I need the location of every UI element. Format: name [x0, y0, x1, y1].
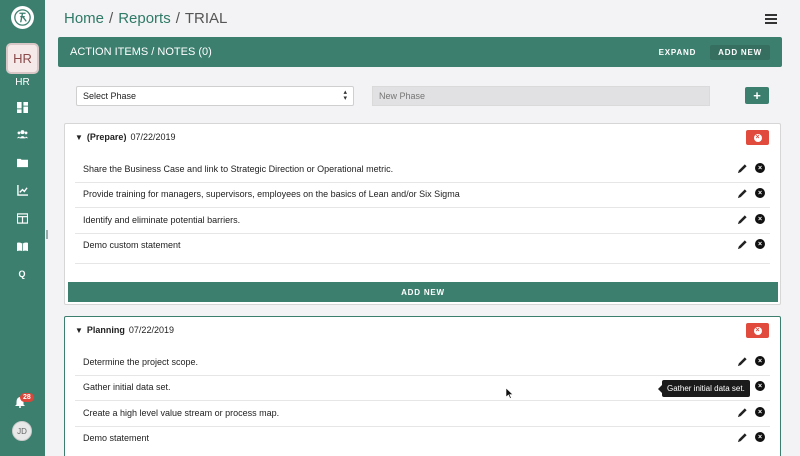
- pencil-icon[interactable]: [737, 239, 748, 250]
- action-items-bar: ACTION ITEMS / NOTES (0) EXPAND ADD NEW: [58, 37, 782, 67]
- item-text: Share the Business Case and link to Stra…: [83, 164, 394, 174]
- remove-circle-icon[interactable]: ×: [755, 407, 765, 417]
- phase-name: Planning: [86, 325, 125, 335]
- delete-phase-button[interactable]: ×: [746, 130, 769, 145]
- item-text: Demo statement: [83, 433, 150, 443]
- tooltip: Gather initial data set.: [658, 380, 750, 397]
- notification-badge: 28: [20, 393, 34, 402]
- list-item: Identify and eliminate potential barrier…: [65, 208, 780, 233]
- new-phase-input[interactable]: [372, 86, 710, 106]
- folder-icon[interactable]: [14, 155, 30, 169]
- phase-card: ▼ (Prepare) 07/22/2019 × Share the Busin…: [64, 123, 781, 305]
- list-item: Provide training for managers, superviso…: [65, 182, 780, 207]
- pencil-icon[interactable]: [737, 432, 748, 443]
- remove-circle-icon[interactable]: ×: [755, 356, 765, 366]
- book-icon[interactable]: [14, 239, 30, 253]
- runner-logo-svg: [14, 9, 31, 26]
- close-icon: ×: [753, 133, 762, 142]
- phase-date: 07/22/2019: [130, 132, 176, 142]
- list-item: Demo custom statement ×: [65, 233, 780, 258]
- breadcrumb-separator: /: [109, 10, 114, 27]
- user-avatar[interactable]: JD: [12, 421, 32, 441]
- breadcrumb-home[interactable]: Home: [64, 10, 104, 27]
- hamburger-menu-icon[interactable]: [765, 14, 777, 24]
- sidebar: HR HR Q 28 JD: [0, 0, 45, 456]
- add-phase-button[interactable]: +: [745, 87, 769, 104]
- remove-circle-icon[interactable]: ×: [755, 239, 765, 249]
- item-text: Create a high level value stream or proc…: [83, 408, 280, 418]
- select-phase-dropdown[interactable]: Select Phase ▴ ▾: [76, 86, 354, 106]
- breadcrumb: Home / Reports / TRIAL: [64, 10, 227, 27]
- pencil-icon[interactable]: [737, 188, 748, 199]
- pencil-icon[interactable]: [737, 214, 748, 225]
- divider: [75, 263, 770, 264]
- pencil-icon[interactable]: [737, 407, 748, 418]
- delete-phase-button[interactable]: ×: [746, 323, 769, 338]
- phase-date: 07/22/2019: [128, 325, 174, 335]
- remove-circle-icon[interactable]: ×: [755, 381, 765, 391]
- table-icon[interactable]: [14, 211, 30, 225]
- users-icon[interactable]: [14, 127, 30, 141]
- item-text: Determine the project scope.: [83, 357, 199, 367]
- phase-header[interactable]: ▼ (Prepare) 07/22/2019: [75, 132, 175, 142]
- select-arrows-icon: ▴ ▾: [343, 89, 347, 102]
- chevron-down-icon[interactable]: ▼: [75, 326, 83, 335]
- remove-circle-icon[interactable]: ×: [755, 214, 765, 224]
- dashboard-icon[interactable]: [14, 100, 30, 114]
- add-new-action-button[interactable]: ADD NEW: [710, 44, 770, 60]
- breadcrumb-separator: /: [175, 10, 180, 27]
- item-text: Provide training for managers, superviso…: [83, 189, 460, 199]
- item-text: Demo custom statement: [83, 240, 181, 250]
- mouse-cursor-icon: [506, 388, 514, 399]
- list-item: Share the Business Case and link to Stra…: [65, 157, 780, 182]
- list-item: Create a high level value stream or proc…: [65, 401, 780, 426]
- breadcrumb-reports[interactable]: Reports: [118, 10, 171, 27]
- pencil-icon[interactable]: [737, 163, 748, 174]
- pencil-icon[interactable]: [737, 356, 748, 367]
- sidebar-resize-handle[interactable]: [46, 230, 48, 239]
- item-text: Identify and eliminate potential barrier…: [83, 215, 241, 225]
- org-badge[interactable]: HR: [6, 43, 39, 74]
- remove-circle-icon[interactable]: ×: [755, 163, 765, 173]
- list-item: Demo statement ×: [65, 426, 780, 451]
- breadcrumb-current: TRIAL: [184, 10, 228, 27]
- chart-icon[interactable]: [14, 183, 30, 197]
- close-icon: ×: [753, 326, 762, 335]
- phase-header[interactable]: ▼ Planning 07/22/2019: [75, 325, 174, 335]
- add-new-item-button[interactable]: ADD NEW: [68, 282, 778, 302]
- q-icon[interactable]: Q: [14, 267, 30, 281]
- remove-circle-icon[interactable]: ×: [755, 432, 765, 442]
- action-items-title: ACTION ITEMS / NOTES (0): [70, 46, 212, 58]
- select-phase-value: Select Phase: [83, 91, 137, 101]
- item-text: Gather initial data set.: [83, 382, 171, 392]
- list-item: Determine the project scope. ×: [65, 350, 780, 375]
- expand-button[interactable]: EXPAND: [655, 45, 701, 60]
- phase-name: (Prepare): [86, 132, 127, 142]
- chevron-down-icon[interactable]: ▼: [75, 133, 83, 142]
- action-bar-buttons: EXPAND ADD NEW: [655, 44, 770, 60]
- runner-logo-icon[interactable]: [11, 6, 34, 29]
- org-label: HR: [15, 77, 30, 88]
- remove-circle-icon[interactable]: ×: [755, 188, 765, 198]
